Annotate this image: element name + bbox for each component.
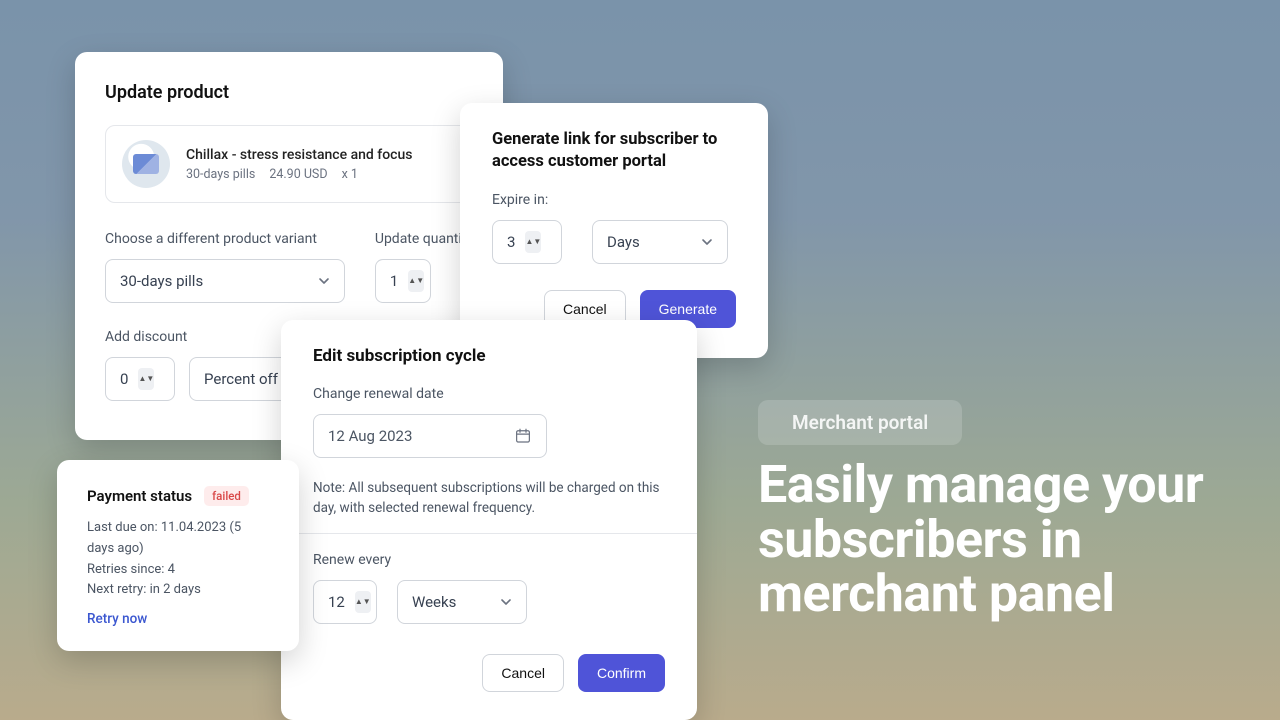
- stepper-icon: ▲▼: [138, 368, 154, 390]
- renewal-date-input[interactable]: 12 Aug 2023: [313, 414, 547, 458]
- retry-now-link[interactable]: Retry now: [87, 611, 269, 627]
- stepper-icon: ▲▼: [525, 231, 541, 253]
- renew-unit-value: Weeks: [412, 593, 456, 611]
- renew-value: 12: [328, 593, 345, 611]
- quantity-label: Update quantity: [375, 231, 473, 247]
- renew-every-label: Renew every: [313, 552, 665, 568]
- quantity-value: 1: [390, 272, 398, 290]
- discount-type-value: Percent off: [204, 370, 278, 388]
- edit-cycle-title: Edit subscription cycle: [313, 346, 665, 366]
- cycle-note: Note: All subsequent subscriptions will …: [313, 478, 665, 519]
- calendar-icon: [514, 427, 532, 445]
- divider: [281, 533, 697, 534]
- merchant-portal-pill: Merchant portal: [758, 400, 962, 445]
- chevron-down-icon: [318, 275, 330, 287]
- generate-link-title: Generate link for subscriber to access c…: [492, 129, 736, 174]
- renew-unit-select[interactable]: Weeks: [397, 580, 527, 624]
- expire-label: Expire in:: [492, 192, 736, 208]
- edit-cycle-dialog: Edit subscription cycle Change renewal d…: [281, 320, 697, 720]
- status-badge: failed: [204, 486, 249, 506]
- expire-value: 3: [507, 233, 515, 251]
- next-retry-line: Next retry: in 2 days: [87, 580, 269, 601]
- discount-value-stepper[interactable]: 0 ▲▼: [105, 357, 175, 401]
- product-qty-text: x 1: [342, 167, 358, 182]
- discount-value: 0: [120, 370, 128, 388]
- confirm-button[interactable]: Confirm: [578, 654, 665, 692]
- product-variant-text: 30-days pills: [186, 167, 255, 182]
- last-due-line: Last due on: 11.04.2023 (5 days ago): [87, 518, 269, 560]
- cancel-button[interactable]: Cancel: [482, 654, 564, 692]
- payment-status-card: Payment status failed Last due on: 11.04…: [57, 460, 299, 651]
- expire-unit-select[interactable]: Days: [592, 220, 728, 264]
- variant-select[interactable]: 30-days pills: [105, 259, 345, 303]
- variant-select-value: 30-days pills: [120, 272, 203, 290]
- chevron-down-icon: [701, 236, 713, 248]
- quantity-stepper[interactable]: 1 ▲▼: [375, 259, 431, 303]
- product-thumbnail: [122, 140, 170, 188]
- product-price-text: 24.90 USD: [269, 167, 327, 182]
- product-summary-row: Chillax - stress resistance and focus 30…: [105, 125, 473, 203]
- renewal-date-value: 12 Aug 2023: [328, 427, 412, 445]
- expire-value-stepper[interactable]: 3 ▲▼: [492, 220, 562, 264]
- marketing-headline: Easily manage your subscribers in mercha…: [758, 458, 1238, 622]
- retries-line: Retries since: 4: [87, 560, 269, 581]
- chevron-down-icon: [500, 596, 512, 608]
- stepper-icon: ▲▼: [408, 270, 424, 292]
- payment-status-title: Payment status: [87, 487, 192, 505]
- update-product-title: Update product: [105, 82, 473, 103]
- stepper-icon: ▲▼: [355, 591, 371, 613]
- variant-select-label: Choose a different product variant: [105, 231, 345, 247]
- product-name: Chillax - stress resistance and focus: [186, 147, 412, 163]
- expire-unit-value: Days: [607, 233, 640, 251]
- renewal-date-label: Change renewal date: [313, 386, 665, 402]
- renew-value-stepper[interactable]: 12 ▲▼: [313, 580, 377, 624]
